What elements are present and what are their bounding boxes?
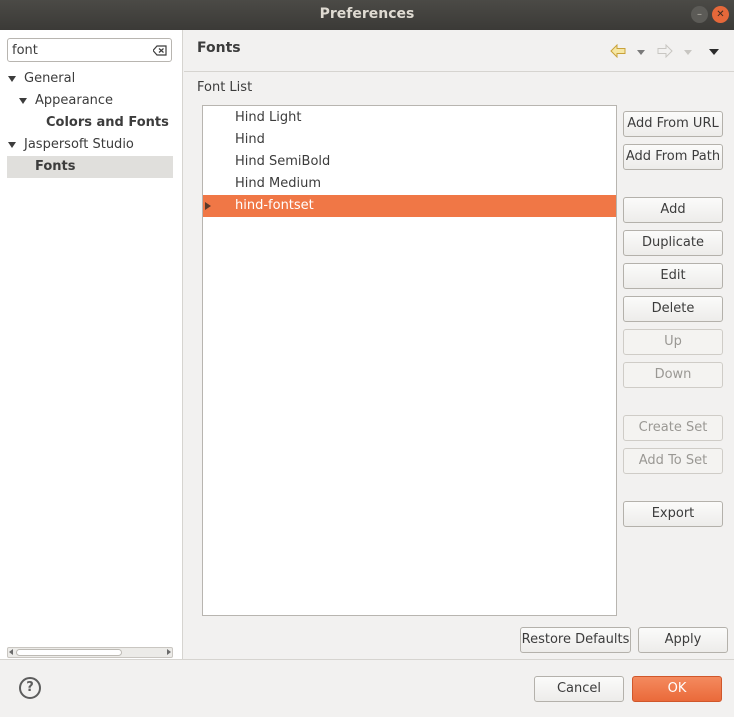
font-name: Hind Medium <box>235 176 321 191</box>
export-button[interactable]: Export <box>623 501 723 527</box>
tree-item-label: Colors and Fonts <box>46 115 169 130</box>
page-header: Fonts <box>184 30 734 72</box>
font-name: Hind <box>235 132 265 147</box>
apply-button[interactable]: Apply <box>638 627 728 653</box>
tree-item-label: Jaspersoft Studio <box>24 137 134 152</box>
window-title: Preferences <box>319 6 415 22</box>
preferences-tree-panel: General Appearance Colors and Fonts Jasp… <box>0 30 183 659</box>
forward-arrow-icon <box>657 44 673 58</box>
close-icon[interactable]: ✕ <box>712 6 729 23</box>
tree-item-general[interactable]: General <box>7 68 173 90</box>
add-from-path-button[interactable]: Add From Path <box>623 144 723 170</box>
scroll-left-icon[interactable] <box>9 649 13 655</box>
tree-item-label: Appearance <box>35 93 114 108</box>
help-icon[interactable]: ? <box>19 677 41 699</box>
font-list-item[interactable]: Hind <box>203 129 616 151</box>
back-history-dropdown-icon[interactable] <box>637 50 645 55</box>
filter-input[interactable] <box>12 42 150 58</box>
add-button[interactable]: Add <box>623 197 723 223</box>
tree-item-colors-and-fonts[interactable]: Colors and Fonts <box>7 112 173 134</box>
expand-arrow-icon[interactable] <box>19 98 27 104</box>
view-menu-icon[interactable] <box>709 49 719 55</box>
footer-divider <box>0 659 734 660</box>
scroll-right-icon[interactable] <box>167 649 171 655</box>
horizontal-scrollbar[interactable] <box>7 647 173 658</box>
filter-field[interactable] <box>7 38 172 62</box>
back-arrow-icon[interactable] <box>610 44 626 58</box>
font-name: Hind Light <box>235 110 302 125</box>
title-bar: Preferences – ✕ <box>0 0 734 30</box>
add-to-set-button[interactable]: Add To Set <box>623 448 723 474</box>
up-button[interactable]: Up <box>623 329 723 355</box>
font-list[interactable]: Hind Light Hind Hind SemiBold Hind Mediu… <box>202 105 617 616</box>
tree-item-jaspersoft-studio[interactable]: Jaspersoft Studio <box>7 134 173 156</box>
cancel-button[interactable]: Cancel <box>534 676 624 702</box>
down-button[interactable]: Down <box>623 362 723 388</box>
create-set-button[interactable]: Create Set <box>623 415 723 441</box>
restore-defaults-button[interactable]: Restore Defaults <box>520 627 631 653</box>
tree-item-label: General <box>24 71 76 86</box>
expand-arrow-icon[interactable] <box>8 142 16 148</box>
minimize-icon[interactable]: – <box>691 6 708 23</box>
font-name: hind-fontset <box>235 198 314 213</box>
font-name: Hind SemiBold <box>235 154 331 169</box>
add-from-url-button[interactable]: Add From URL <box>623 111 723 137</box>
tree-item-fonts[interactable]: Fonts <box>7 156 173 178</box>
font-list-item[interactable]: Hind SemiBold <box>203 151 616 173</box>
expand-arrow-icon[interactable] <box>8 76 16 82</box>
delete-button[interactable]: Delete <box>623 296 723 322</box>
ok-button[interactable]: OK <box>632 676 722 702</box>
tree-item-appearance[interactable]: Appearance <box>7 90 173 112</box>
font-list-item[interactable]: Hind Light <box>203 107 616 129</box>
scrollbar-thumb[interactable] <box>16 649 122 656</box>
forward-history-dropdown-icon <box>684 50 692 55</box>
edit-button[interactable]: Edit <box>623 263 723 289</box>
duplicate-button[interactable]: Duplicate <box>623 230 723 256</box>
font-list-label: Font List <box>197 80 253 95</box>
font-list-item-selected[interactable]: hind-fontset <box>203 195 616 217</box>
page-title: Fonts <box>197 40 241 56</box>
expand-arrow-icon[interactable] <box>205 202 211 210</box>
clear-text-icon[interactable] <box>153 45 167 56</box>
font-list-item[interactable]: Hind Medium <box>203 173 616 195</box>
tree-item-label: Fonts <box>35 159 76 174</box>
